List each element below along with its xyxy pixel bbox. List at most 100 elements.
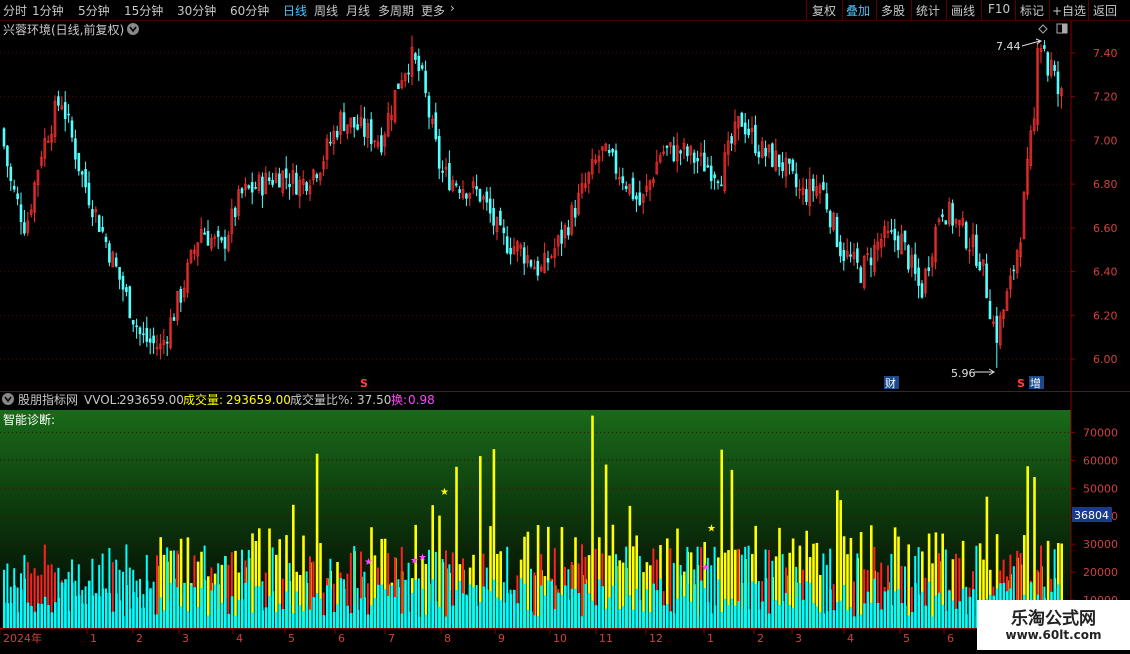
event-marker-finance[interactable]: 财 bbox=[884, 376, 899, 390]
candlestick bbox=[247, 184, 251, 190]
candlestick bbox=[920, 280, 924, 299]
candlestick bbox=[845, 238, 849, 260]
candlestick bbox=[788, 158, 791, 175]
period-1min[interactable]: 1分钟 bbox=[32, 2, 64, 19]
candlestick bbox=[975, 224, 978, 269]
volume-bar bbox=[251, 533, 254, 628]
candlestick bbox=[441, 160, 444, 183]
toolbar-divider bbox=[911, 0, 912, 20]
candlestick bbox=[760, 136, 764, 159]
indicator-menu-icon[interactable] bbox=[2, 393, 14, 405]
candlestick bbox=[152, 327, 155, 354]
period-fenshi[interactable]: 分时 bbox=[3, 2, 27, 19]
candlestick bbox=[108, 240, 111, 267]
candlestick bbox=[981, 259, 985, 277]
period-5min[interactable]: 5分钟 bbox=[78, 2, 110, 19]
btn-biaoji[interactable]: 标记 bbox=[1020, 2, 1044, 19]
price-chart-panel[interactable]: 6.00 6.20 6.40 6.60 6.80 7.00 7.20 7.40 兴蓉环境(日线… bbox=[0, 21, 1130, 391]
candlestick bbox=[172, 313, 176, 321]
volume-bar bbox=[60, 580, 64, 628]
volume-bar bbox=[723, 552, 727, 628]
btn-back[interactable]: 返回 bbox=[1093, 2, 1117, 19]
btn-fuquan[interactable]: 复权 bbox=[812, 2, 836, 19]
candlestick bbox=[624, 181, 628, 193]
cjl-label: 成交量: bbox=[183, 392, 223, 407]
candlestick bbox=[111, 250, 115, 268]
period-weekly[interactable]: 周线 bbox=[314, 2, 338, 19]
candlestick bbox=[689, 144, 693, 165]
candlestick bbox=[771, 142, 774, 168]
toolbar-divider bbox=[806, 0, 807, 20]
s-marker[interactable]: S bbox=[1017, 377, 1025, 390]
btn-add-watch[interactable]: +自选 bbox=[1052, 2, 1086, 19]
volume-bar bbox=[213, 573, 217, 628]
low-price-label: 5.96 bbox=[951, 367, 976, 380]
candlestick bbox=[913, 242, 917, 281]
window-icon[interactable] bbox=[1056, 23, 1068, 34]
s-marker[interactable]: S bbox=[360, 377, 368, 390]
candlestick bbox=[519, 242, 523, 257]
period-monthly[interactable]: 月线 bbox=[346, 2, 370, 19]
volume-bar bbox=[591, 415, 594, 628]
btn-huaxian[interactable]: 画线 bbox=[951, 2, 975, 19]
diamond-icon[interactable] bbox=[1038, 24, 1048, 34]
candlestick bbox=[764, 140, 767, 167]
period-15min[interactable]: 15分钟 bbox=[124, 2, 163, 19]
btn-duogu[interactable]: 多股 bbox=[881, 2, 905, 19]
candlestick bbox=[964, 220, 968, 251]
chevron-down-icon[interactable] bbox=[127, 23, 139, 35]
chevron-right-icon[interactable]: › bbox=[450, 1, 455, 15]
volume-bar bbox=[676, 528, 679, 628]
candlestick bbox=[597, 149, 601, 174]
price-chart[interactable]: 6.00 6.20 6.40 6.60 6.80 7.00 7.20 7.40 兴蓉环境(日线… bbox=[0, 21, 1130, 391]
candlestick bbox=[930, 252, 934, 277]
candlestick bbox=[716, 179, 720, 190]
candlestick bbox=[414, 51, 417, 64]
volume-bar bbox=[254, 541, 258, 628]
candlestick bbox=[934, 223, 937, 270]
btn-f10[interactable]: F10 bbox=[988, 2, 1010, 16]
volume-bar bbox=[785, 567, 788, 628]
candlestick bbox=[400, 72, 404, 90]
period-daily[interactable]: 日线 bbox=[283, 2, 307, 19]
candlestick bbox=[621, 167, 625, 191]
volume-bar bbox=[836, 490, 839, 628]
period-60min[interactable]: 60分钟 bbox=[230, 2, 269, 19]
candlestick bbox=[261, 172, 264, 208]
time-axis-label: 7 bbox=[384, 628, 395, 645]
btn-tongji[interactable]: 统计 bbox=[916, 2, 940, 19]
candlestick bbox=[366, 118, 370, 149]
volume-bar bbox=[292, 504, 295, 628]
svg-text:1: 1 bbox=[707, 632, 714, 645]
candlestick bbox=[852, 242, 856, 266]
candlestick bbox=[743, 113, 747, 144]
volume-bar bbox=[200, 551, 203, 628]
event-marker-increase[interactable]: 增 bbox=[1029, 376, 1044, 390]
candlestick bbox=[335, 125, 339, 141]
btn-diejia[interactable]: 叠加 bbox=[846, 2, 870, 19]
period-multi[interactable]: 多周期 bbox=[378, 2, 414, 19]
svg-text:2: 2 bbox=[136, 632, 143, 645]
candlestick bbox=[1009, 267, 1012, 298]
candlestick bbox=[84, 161, 87, 194]
volume-chart[interactable]: ★★★★★★ 100002000030000400005000060000700… bbox=[0, 392, 1130, 628]
candlestick bbox=[244, 177, 247, 197]
candlestick bbox=[774, 138, 778, 172]
candlestick bbox=[315, 172, 319, 183]
svg-text:财: 财 bbox=[885, 376, 896, 390]
indicator-panel[interactable]: ★★★★★★ 100002000030000400005000060000700… bbox=[0, 392, 1130, 628]
vvol-label: VVOL: bbox=[84, 393, 120, 407]
candlestick bbox=[849, 241, 852, 263]
turnover-label: 换: bbox=[391, 393, 407, 407]
candlestick bbox=[162, 328, 166, 355]
period-30min[interactable]: 30分钟 bbox=[177, 2, 216, 19]
volume-bar bbox=[951, 559, 955, 628]
candlestick bbox=[808, 167, 812, 216]
volume-bar bbox=[380, 538, 383, 628]
period-more[interactable]: 更多 bbox=[421, 2, 445, 19]
volume-bar bbox=[921, 551, 924, 628]
candlestick bbox=[594, 154, 597, 165]
candlestick bbox=[832, 211, 835, 232]
volume-bar bbox=[805, 530, 808, 628]
candlestick bbox=[390, 105, 393, 132]
